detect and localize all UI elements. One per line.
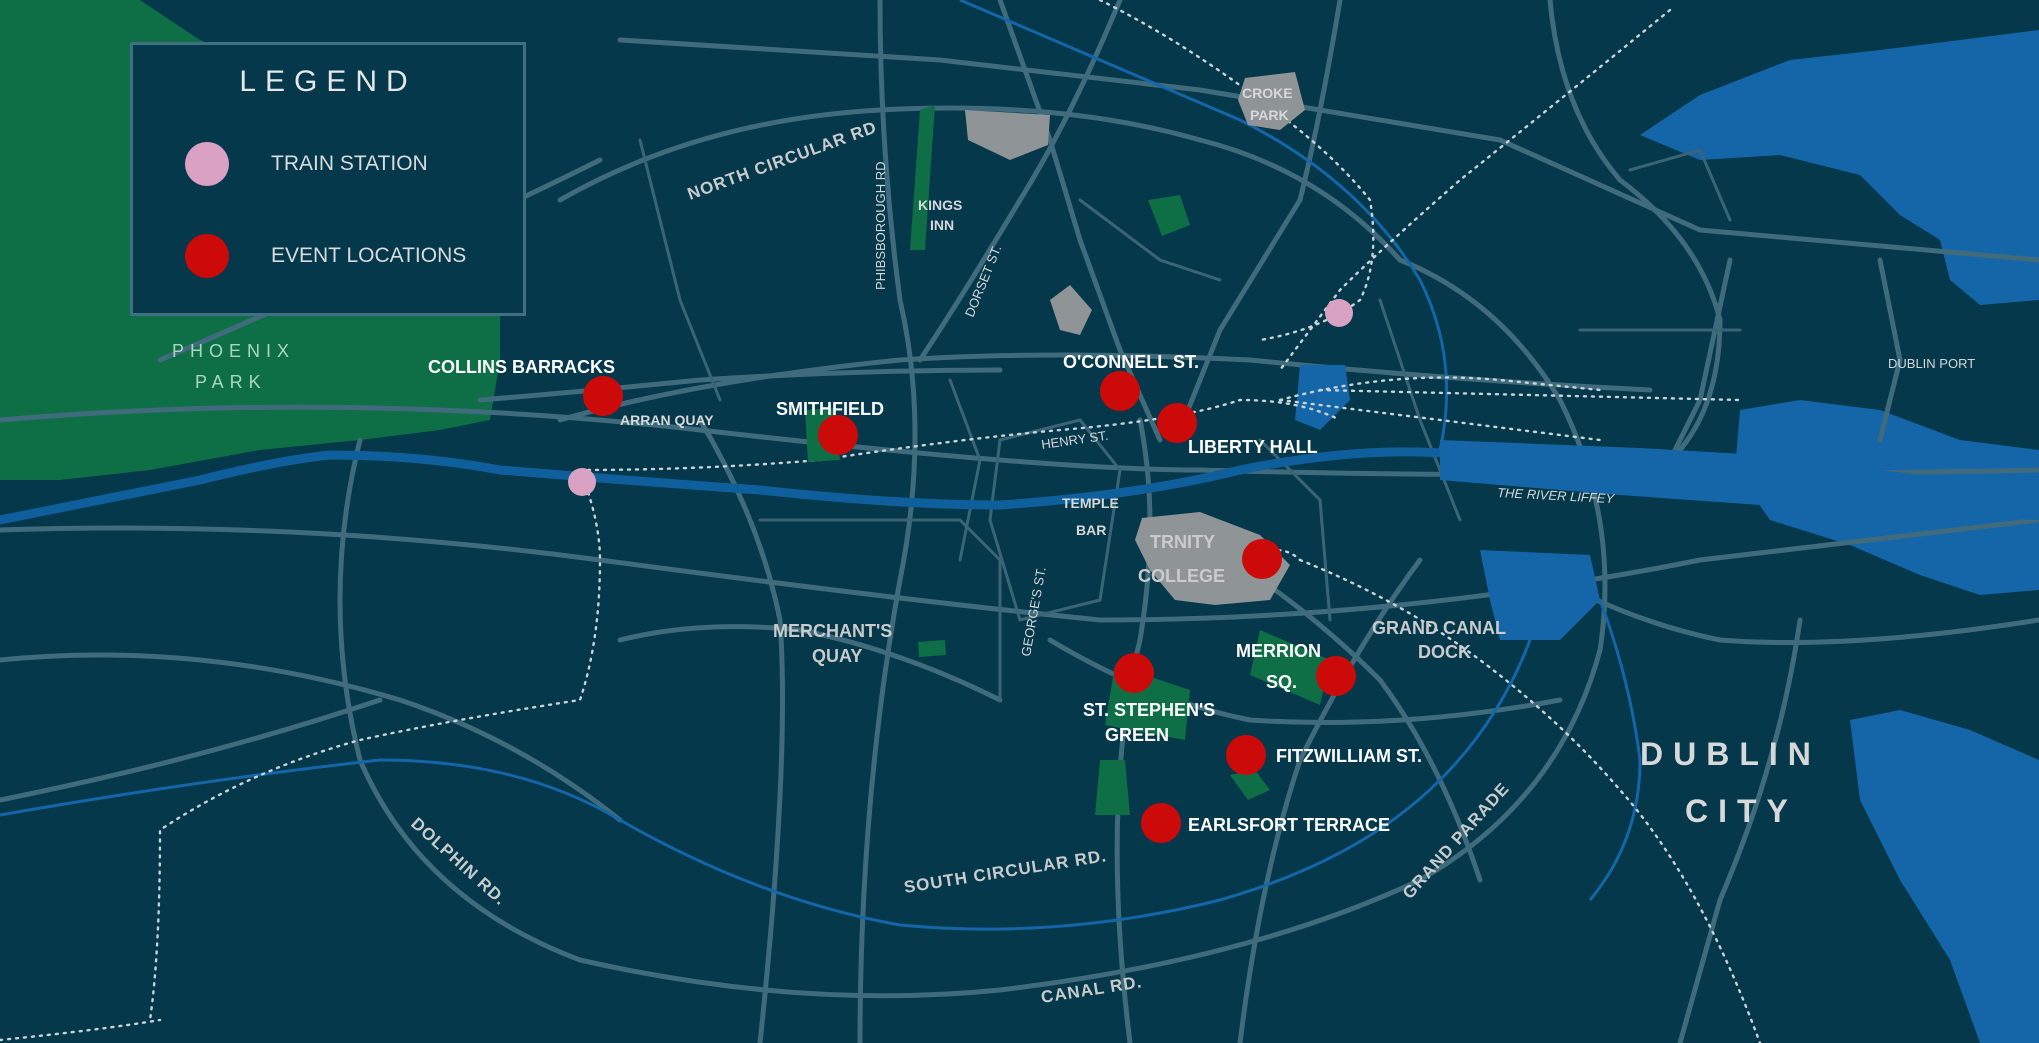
train-station-marker-icon	[185, 142, 229, 186]
trinity-college-label-2: COLLEGE	[1138, 566, 1225, 586]
event-label-fitzwilliam-st: FITZWILLIAM ST.	[1276, 746, 1422, 766]
event-marker-collins-barracks[interactable]	[583, 376, 623, 416]
trinity-college-label-1: TRNITY	[1150, 532, 1215, 552]
phoenix-park-label-1: PHOENIX	[172, 341, 295, 361]
event-marker-st-stephens-green[interactable]	[1114, 653, 1154, 693]
event-label-liberty-hall: LIBERTY HALL	[1188, 437, 1318, 457]
dublin-city-label-1: DUBLIN	[1640, 736, 1821, 772]
event-marker-oconnell-st[interactable]	[1100, 371, 1140, 411]
train-station-heuston[interactable]	[568, 468, 596, 496]
event-marker-merrion-sq[interactable]	[1316, 656, 1356, 696]
croke-park-label-1: CROKE	[1242, 85, 1293, 101]
event-label-st-stephens-green-1: ST. STEPHEN'S	[1083, 700, 1215, 720]
legend-label-train-station: TRAIN STATION	[271, 152, 428, 175]
temple-bar-label-2: BAR	[1076, 522, 1106, 538]
train-station-north[interactable]	[1325, 299, 1353, 327]
temple-bar-label-1: TEMPLE	[1062, 495, 1119, 511]
event-marker-trinity-college[interactable]	[1242, 539, 1282, 579]
phoenix-park-label-2: PARK	[195, 372, 267, 392]
legend-label-event-locations: EVENT LOCATIONS	[271, 244, 467, 267]
event-label-st-stephens-green-2: GREEN	[1105, 725, 1169, 745]
event-label-smithfield: SMITHFIELD	[776, 399, 884, 419]
legend-item-event-locations: EVENT LOCATIONS	[185, 234, 466, 278]
map-legend: LEGEND TRAIN STATION EVENT LOCATIONS	[130, 42, 526, 316]
kings-inn-label-1: KINGS	[918, 197, 962, 213]
grand-canal-dock-label-1: GRAND CANAL	[1372, 618, 1506, 638]
dublin-port-label: DUBLIN PORT	[1888, 356, 1975, 371]
arran-quay-label: ARRAN QUAY	[620, 412, 714, 428]
legend-item-train-station: TRAIN STATION	[185, 142, 428, 186]
event-label-merrion-sq-1: MERRION	[1236, 641, 1321, 661]
event-marker-fitzwilliam-st[interactable]	[1226, 735, 1266, 775]
legend-title: LEGEND	[239, 65, 417, 98]
event-label-earlsfort-terrace: EARLSFORT TERRACE	[1188, 815, 1390, 835]
dublin-city-label-2: CITY	[1685, 793, 1798, 829]
event-label-oconnell-st: O'CONNELL ST.	[1063, 352, 1199, 372]
event-location-marker-icon	[185, 234, 229, 278]
croke-park-label-2: PARK	[1250, 107, 1289, 123]
kings-inn-label-2: INN	[930, 217, 954, 233]
event-label-merrion-sq-2: SQ.	[1266, 672, 1297, 692]
grand-canal-dock-label-2: DOCK	[1418, 642, 1471, 662]
event-marker-smithfield[interactable]	[818, 415, 858, 455]
small-park	[918, 640, 946, 657]
iveagh-gardens-park	[1095, 760, 1130, 815]
event-label-collins-barracks: COLLINS BARRACKS	[428, 357, 615, 377]
event-marker-earlsfort-terrace[interactable]	[1141, 803, 1181, 843]
phibsborough-rd-label: PHIBSBOROUGH RD	[873, 161, 888, 290]
merchants-quay-label-2: QUAY	[812, 646, 862, 666]
merchants-quay-label-1: MERCHANT'S	[773, 621, 892, 641]
